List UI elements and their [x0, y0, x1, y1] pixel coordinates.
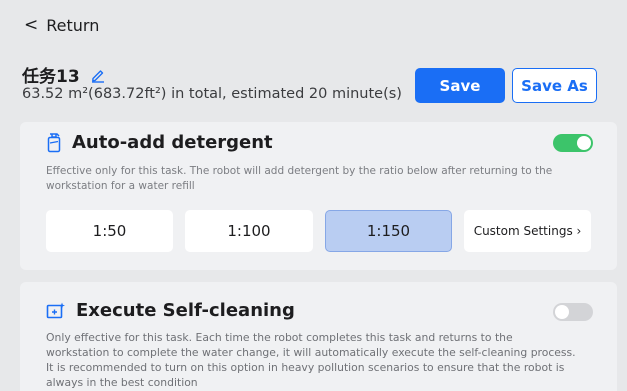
detergent-header: Auto-add detergent [46, 132, 273, 153]
self-cleaning-toggle[interactable] [553, 303, 593, 321]
ratio-option-1-150[interactable]: 1:150 [325, 210, 452, 252]
save-button[interactable]: Save [415, 68, 505, 103]
edit-icon[interactable] [90, 67, 106, 83]
self-cleaning-header: Execute Self-cleaning [46, 300, 295, 321]
self-cleaning-title: Execute Self-cleaning [76, 300, 295, 321]
toggle-knob [577, 136, 591, 150]
detergent-card: Auto-add detergent Effective only for th… [20, 122, 617, 270]
ratio-options: 1:50 1:100 1:150 Custom Settings › [46, 210, 591, 252]
task-summary: 63.52 m²(683.72ft²) in total, estimated … [22, 86, 402, 102]
self-cleaning-description: Only effective for this task. Each time … [46, 331, 576, 390]
ratio-option-1-50[interactable]: 1:50 [46, 210, 173, 252]
detergent-toggle[interactable] [553, 134, 593, 152]
task-name: 任务13 [22, 67, 80, 87]
detergent-description: Effective only for this task. The robot … [46, 165, 553, 192]
ratio-option-1-100[interactable]: 1:100 [185, 210, 313, 252]
chevron-left-icon: < [24, 15, 39, 35]
toggle-knob [555, 305, 569, 319]
save-as-button[interactable]: Save As [512, 68, 597, 103]
self-cleaning-icon [46, 302, 65, 318]
self-cleaning-card: Execute Self-cleaning Only effective for… [20, 282, 617, 391]
custom-settings-button[interactable]: Custom Settings › [464, 210, 591, 252]
detergent-title: Auto-add detergent [72, 132, 273, 153]
detergent-bottle-icon [47, 132, 61, 152]
return-button[interactable]: < Return [24, 16, 99, 35]
return-label: Return [46, 16, 100, 35]
task-title: 任务13 [22, 62, 106, 87]
